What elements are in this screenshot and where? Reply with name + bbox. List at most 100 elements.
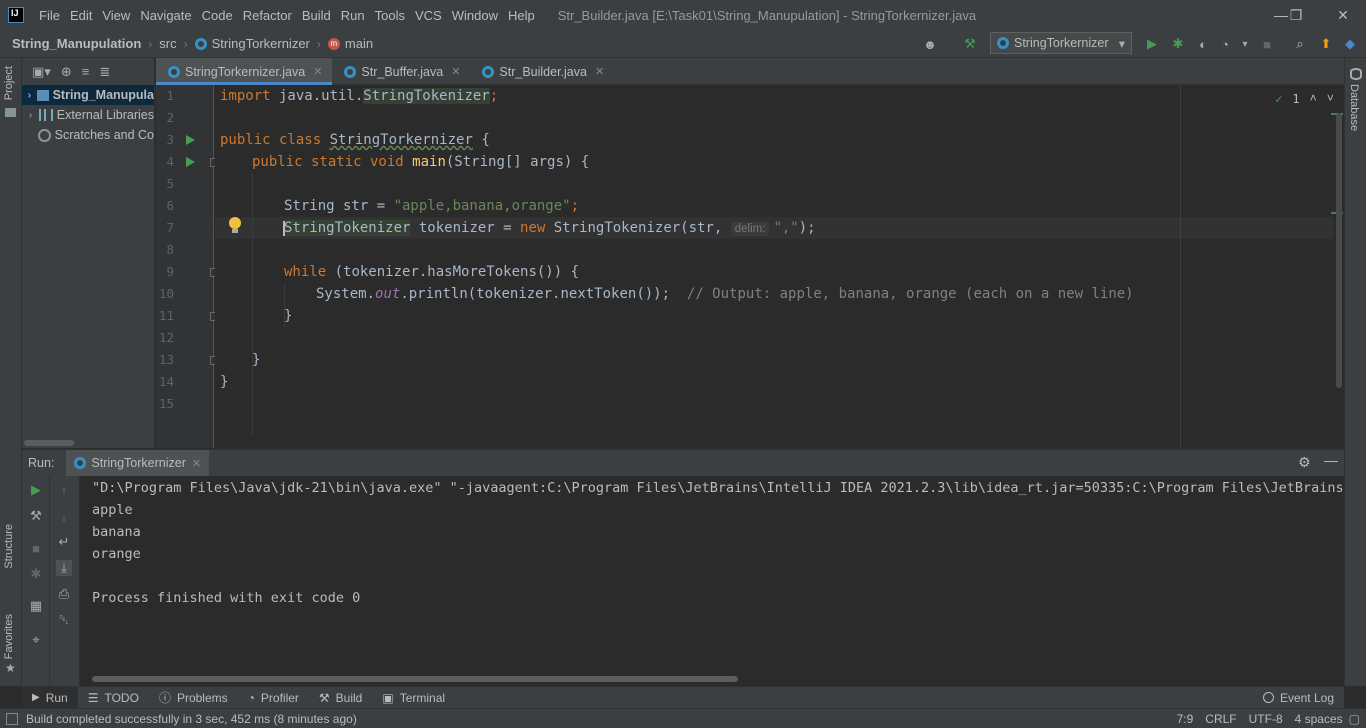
scroll-to-end-icon[interactable]: ⤓ — [56, 560, 72, 576]
tool-tab-build[interactable]: ⚒ Build — [309, 687, 372, 709]
layout-icon[interactable]: ▦ — [28, 598, 44, 614]
menu-navigate[interactable]: Navigate — [135, 8, 196, 23]
project-tool-button[interactable]: Project — [3, 66, 15, 100]
rerun-icon[interactable]: ▶ — [28, 482, 44, 498]
menu-code[interactable]: Code — [197, 8, 238, 23]
jetbrains-toolbox-icon[interactable]: ◆ — [1340, 34, 1360, 54]
console-line: apple — [92, 502, 133, 518]
search-icon[interactable]: ⌕ — [1290, 34, 1310, 54]
tab-str-buffer[interactable]: Str_Buffer.java ✕ — [332, 58, 470, 85]
down-stack-trace-icon[interactable]: ↓ — [56, 508, 72, 524]
menu-edit[interactable]: Edit — [65, 8, 97, 23]
tool-windows-toggle-icon[interactable] — [6, 712, 18, 725]
close-tab-icon[interactable]: ✕ — [313, 65, 322, 78]
tree-item-project-root[interactable]: › String_Manupula — [22, 85, 154, 105]
project-horizontal-scrollbar[interactable] — [24, 440, 74, 446]
indent-setting[interactable]: 4 spaces — [1295, 712, 1343, 726]
editor-gutter[interactable]: 1 2 3 4 5 6 7 8 9 10 11 12 13 14 15 — [156, 85, 218, 448]
run-tab[interactable]: StringTorkernizer ✕ — [66, 450, 210, 476]
tool-tab-run[interactable]: ▶ Run — [22, 686, 78, 709]
scratches-icon — [38, 128, 51, 142]
console-horizontal-scrollbar[interactable] — [92, 676, 738, 682]
menu-help[interactable]: Help — [503, 8, 540, 23]
hide-panel-icon[interactable]: — — [1324, 452, 1338, 468]
line-separator[interactable]: CRLF — [1205, 712, 1236, 726]
pin-tab-icon[interactable]: ⌖ — [28, 632, 44, 648]
left-tool-strip: Project Structure Favorites ★ — [0, 58, 22, 686]
breadcrumb-src[interactable]: src — [159, 36, 176, 51]
debug-icon[interactable]: ✱ — [1168, 34, 1188, 54]
code-line-13: } — [252, 352, 261, 368]
profile-icon[interactable]: ◔ — [1215, 34, 1235, 54]
menu-build[interactable]: Build — [297, 8, 336, 23]
coverage-icon[interactable]: ◐ — [1193, 34, 1213, 54]
dump-threads-icon[interactable]: ✱ — [28, 566, 44, 582]
previous-highlight-icon[interactable]: ˄ — [1310, 91, 1317, 106]
modify-run-config-icon[interactable]: ⚒ — [28, 508, 44, 524]
close-run-tab-icon[interactable]: ✕ — [192, 457, 201, 470]
close-window-button[interactable]: ✕ — [1320, 0, 1366, 30]
favorites-tool-button[interactable]: Favorites — [3, 614, 15, 659]
menu-view[interactable]: View — [97, 8, 135, 23]
code-line-4: public static void main(String[] args) { — [252, 154, 590, 170]
expand-all-icon[interactable]: ≡ — [82, 64, 90, 79]
database-tool-button[interactable]: Database — [1348, 84, 1360, 131]
menu-vcs[interactable]: VCS — [410, 8, 447, 23]
project-panel: ▣▾ ⊕ ≡ ≣ › String_Manupula › External Li… — [22, 58, 155, 448]
tool-tab-problems[interactable]: ⓘ Problems — [149, 687, 238, 709]
menu-file[interactable]: File — [34, 8, 65, 23]
console-output[interactable]: "D:\Program Files\Java\jdk-21\bin\java.e… — [80, 476, 1344, 686]
print-icon[interactable]: ⎙ — [56, 586, 72, 602]
restore-button[interactable]: ❐ — [1273, 0, 1319, 30]
run-main-gutter-icon[interactable] — [186, 157, 195, 167]
folder-icon — [5, 108, 16, 117]
run-icon[interactable]: ▶ — [1142, 34, 1162, 54]
tree-item-external-libraries[interactable]: › External Libraries — [22, 105, 154, 125]
update-icon[interactable]: ⬆ — [1316, 34, 1336, 54]
tab-stringtorkernizer[interactable]: StringTorkernizer.java ✕ — [156, 58, 333, 85]
file-encoding[interactable]: UTF-8 — [1249, 712, 1283, 726]
run-config-label: StringTorkernizer — [1014, 36, 1109, 50]
caret-position[interactable]: 7:9 — [1177, 712, 1194, 726]
user-icon[interactable]: ☻ — [920, 34, 940, 54]
next-highlight-icon[interactable]: ˅ — [1327, 91, 1334, 106]
code-editor[interactable]: import java.util.StringTokenizer; public… — [215, 85, 1344, 448]
tab-str-builder[interactable]: Str_Builder.java ✕ — [470, 58, 614, 85]
collapse-all-icon[interactable]: ≣ — [99, 64, 110, 80]
view-options-icon[interactable]: ▣▾ — [32, 64, 51, 80]
locate-icon[interactable]: ⊕ — [61, 64, 72, 80]
more-run-chevron-icon[interactable]: ▾ — [1235, 34, 1255, 54]
build-hammer-icon[interactable]: ⚒ — [960, 34, 980, 54]
up-stack-trace-icon[interactable]: ↑ — [56, 482, 72, 498]
soft-wrap-icon[interactable]: ↵ — [56, 534, 72, 550]
clear-all-icon[interactable]: ␡ — [56, 612, 72, 628]
breadcrumb-method[interactable]: m main — [327, 36, 373, 51]
run-configuration-select[interactable]: StringTorkernizer ▾ — [990, 32, 1132, 54]
close-tab-icon[interactable]: ✕ — [451, 65, 460, 78]
menu-run[interactable]: Run — [336, 8, 370, 23]
tree-item-scratches[interactable]: Scratches and Co — [22, 125, 154, 145]
tool-tab-terminal[interactable]: ▣ Terminal — [372, 687, 455, 709]
breadcrumb-project[interactable]: String_Manupulation — [12, 36, 141, 51]
status-message[interactable]: Build completed successfully in 3 sec, 4… — [26, 712, 357, 726]
event-log-button[interactable]: Event Log — [1253, 687, 1344, 709]
lock-icon[interactable]: ▢ — [1349, 712, 1360, 726]
expand-arrow-icon[interactable]: › — [22, 110, 39, 121]
menu-refactor[interactable]: Refactor — [238, 8, 297, 23]
structure-tool-button[interactable]: Structure — [3, 524, 15, 569]
run-class-gutter-icon[interactable] — [186, 135, 195, 145]
stop-icon[interactable]: ■ — [1257, 34, 1277, 54]
intention-bulb-icon[interactable] — [229, 217, 241, 233]
breadcrumb-class[interactable]: StringTorkernizer — [194, 36, 310, 51]
close-tab-icon[interactable]: ✕ — [595, 65, 604, 78]
menu-tools[interactable]: Tools — [370, 8, 410, 23]
tool-tab-todo[interactable]: ☰ TODO — [78, 687, 149, 709]
tool-tab-profiler[interactable]: ◔ Profiler — [238, 687, 309, 709]
breadcrumb-separator-icon: › — [183, 36, 188, 51]
expand-arrow-icon[interactable]: › — [22, 90, 37, 101]
menu-window[interactable]: Window — [447, 8, 503, 23]
inspection-widget[interactable]: ✓ 1 ˄ ˅ — [1275, 91, 1334, 106]
stop-icon[interactable]: ■ — [28, 540, 44, 556]
settings-gear-icon[interactable]: ⚙ — [1298, 454, 1311, 471]
editor-vertical-scrollbar[interactable] — [1336, 113, 1342, 388]
